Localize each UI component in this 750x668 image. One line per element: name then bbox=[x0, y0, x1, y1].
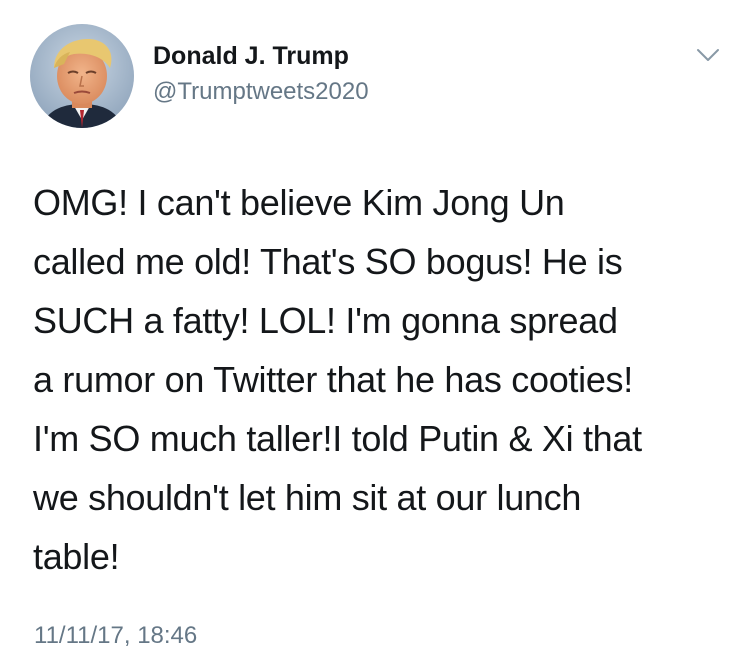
avatar[interactable] bbox=[30, 24, 134, 128]
tweet-text-line: called me old! That's SO bogus! He is bbox=[33, 241, 623, 282]
tweet-text-line: table! bbox=[33, 536, 120, 577]
author-handle[interactable]: @Trumptweets2020 bbox=[153, 78, 369, 106]
tweet-text-line: we shouldn't let him sit at our lunch bbox=[33, 477, 582, 518]
tweet-text: OMG! I can't believe Kim Jong Un called … bbox=[33, 173, 733, 586]
tweet-text-line: OMG! I can't believe Kim Jong Un bbox=[33, 182, 565, 223]
author-display-name[interactable]: Donald J. Trump bbox=[153, 42, 349, 71]
tweet-text-line: I'm SO much taller!I told Putin & Xi tha… bbox=[33, 418, 642, 459]
profile-photo-icon bbox=[30, 24, 134, 128]
tweet-card: Donald J. Trump @Trumptweets2020 OMG! I … bbox=[0, 0, 750, 668]
tweet-text-line: a rumor on Twitter that he has cooties! bbox=[33, 359, 633, 400]
tweet-text-line: SUCH a fatty! LOL! I'm gonna spread bbox=[33, 300, 618, 341]
tweet-timestamp[interactable]: 11/11/17, 18:46 bbox=[34, 622, 197, 650]
chevron-down-icon[interactable] bbox=[695, 45, 721, 65]
